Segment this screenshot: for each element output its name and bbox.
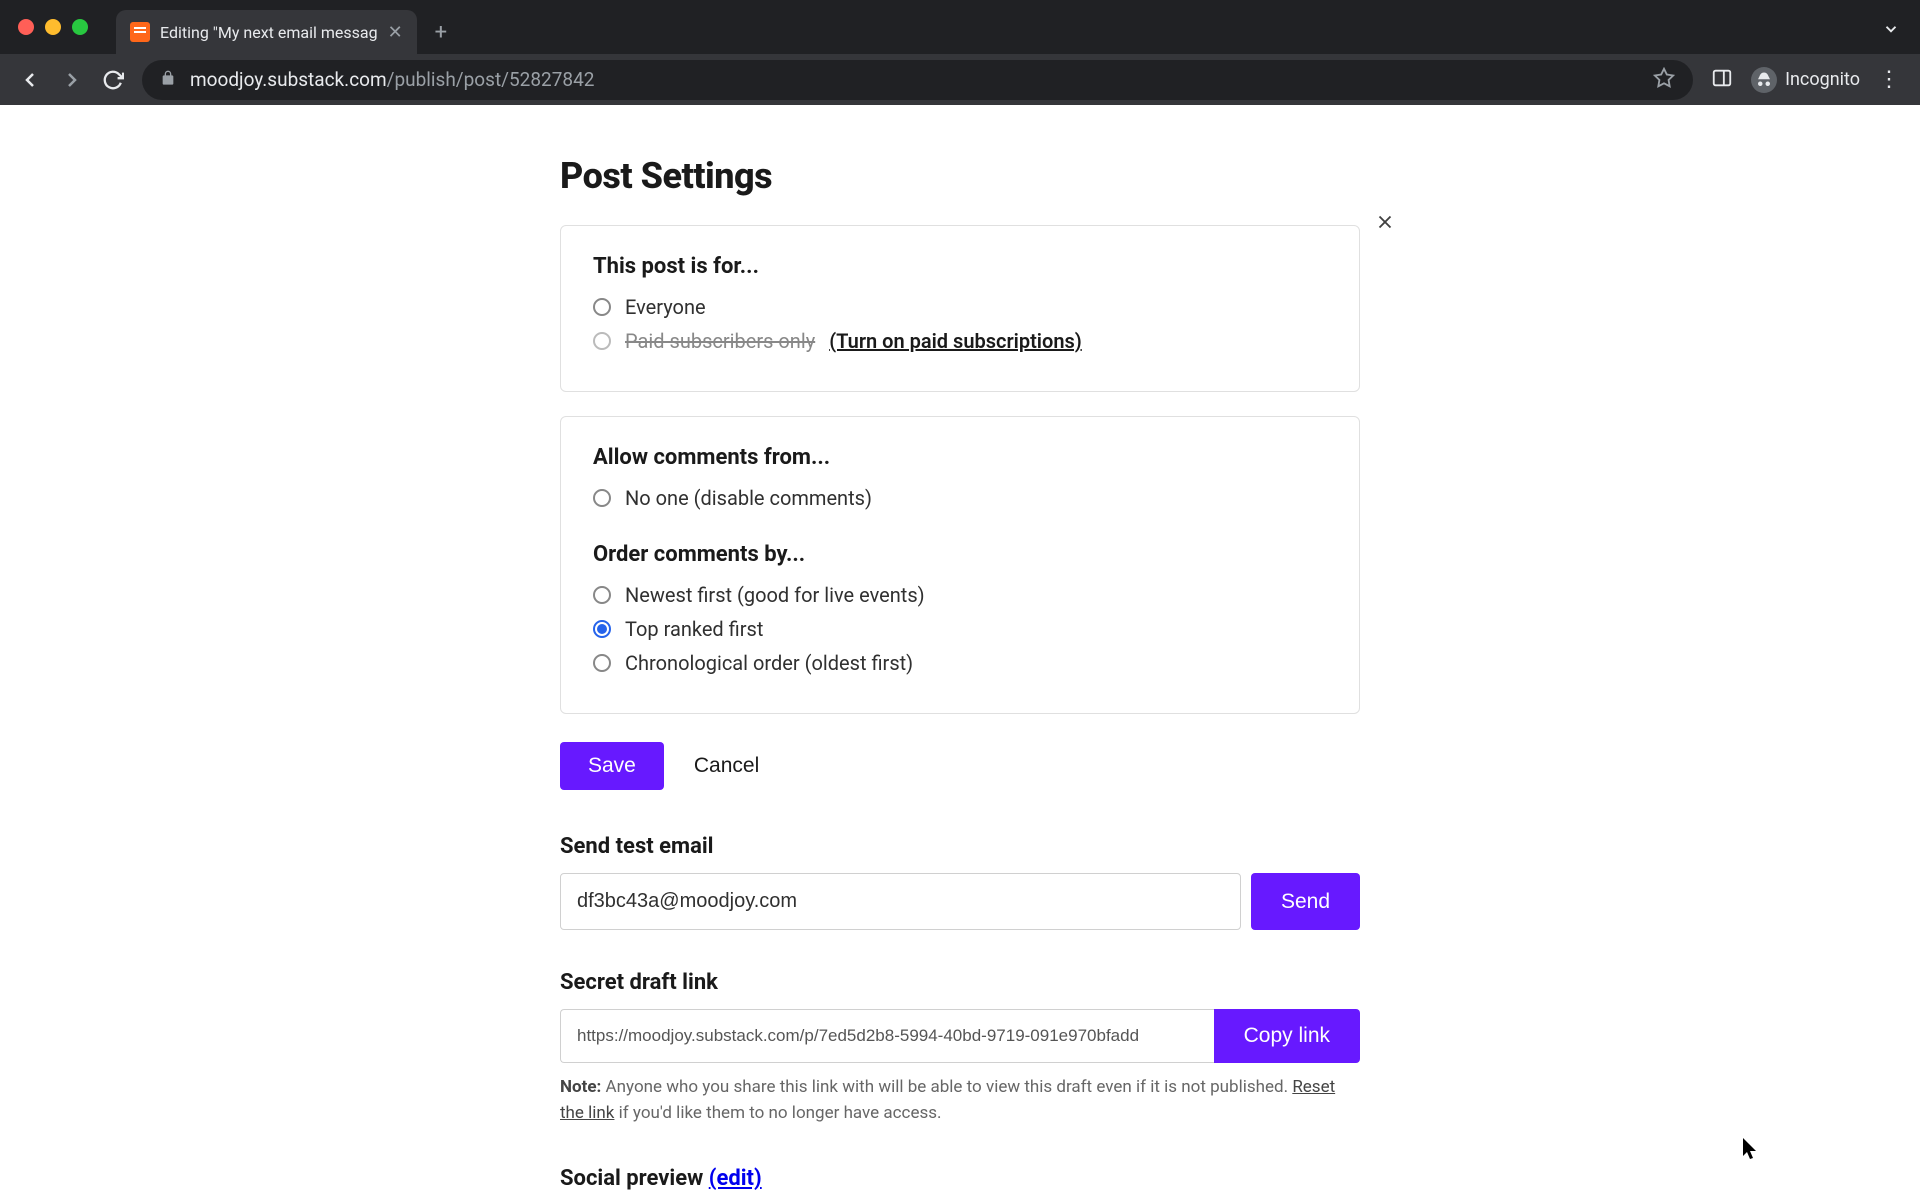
audience-card: This post is for... Everyone Paid subscr… bbox=[560, 225, 1360, 392]
draft-link-label: Secret draft link bbox=[560, 970, 1360, 995]
tab-favicon-icon bbox=[130, 22, 150, 42]
close-window-button[interactable] bbox=[18, 19, 34, 35]
save-button[interactable]: Save bbox=[560, 742, 664, 790]
radio-label: Chronological order (oldest first) bbox=[625, 651, 913, 675]
bookmark-star-icon[interactable] bbox=[1653, 67, 1675, 93]
social-preview-label: Social preview (edit) bbox=[560, 1166, 1360, 1191]
maximize-window-button[interactable] bbox=[72, 19, 88, 35]
new-tab-button[interactable]: + bbox=[435, 20, 447, 45]
form-actions: Save Cancel bbox=[560, 742, 1360, 790]
allow-comments-heading: Allow comments from... bbox=[593, 445, 1327, 470]
radio-icon bbox=[593, 586, 611, 604]
draft-link-note: Note: Anyone who you share this link wit… bbox=[560, 1075, 1360, 1126]
radio-label: Newest first (good for live events) bbox=[625, 583, 925, 607]
lock-icon bbox=[160, 70, 176, 90]
incognito-icon bbox=[1751, 67, 1777, 93]
draft-link-input[interactable] bbox=[560, 1009, 1214, 1063]
cancel-button[interactable]: Cancel bbox=[684, 742, 769, 790]
audience-heading: This post is for... bbox=[593, 254, 1327, 279]
turn-on-paid-link[interactable]: (Turn on paid subscriptions) bbox=[829, 329, 1082, 353]
comments-none-option[interactable]: No one (disable comments) bbox=[593, 486, 1327, 510]
order-chrono-option[interactable]: Chronological order (oldest first) bbox=[593, 651, 1327, 675]
incognito-label: Incognito bbox=[1785, 69, 1860, 90]
audience-paid-option: Paid subscribers only (Turn on paid subsc… bbox=[593, 329, 1327, 353]
browser-menu-button[interactable]: ⋮ bbox=[1878, 67, 1902, 92]
titlebar: Editing "My next email messag ✕ + bbox=[0, 0, 1920, 54]
back-button[interactable] bbox=[18, 68, 42, 92]
draft-link-row: Copy link bbox=[560, 1009, 1360, 1063]
browser-chrome: Editing "My next email messag ✕ + moodjo… bbox=[0, 0, 1920, 105]
chevron-down-icon[interactable] bbox=[1882, 20, 1900, 42]
incognito-indicator[interactable]: Incognito bbox=[1751, 67, 1860, 93]
cursor-icon bbox=[1742, 1138, 1760, 1162]
radio-icon bbox=[593, 654, 611, 672]
order-comments-heading: Order comments by... bbox=[593, 542, 1327, 567]
close-settings-button[interactable] bbox=[1367, 204, 1403, 240]
copy-link-button[interactable]: Copy link bbox=[1214, 1009, 1360, 1063]
panel-icon[interactable] bbox=[1711, 67, 1733, 93]
test-email-input[interactable] bbox=[560, 873, 1241, 930]
tab-close-icon[interactable]: ✕ bbox=[388, 22, 403, 43]
window-controls bbox=[18, 19, 88, 35]
page-content: Post Settings This post is for... Everyo… bbox=[0, 105, 1920, 1191]
forward-button[interactable] bbox=[60, 68, 84, 92]
address-bar[interactable]: moodjoy.substack.com/publish/post/528278… bbox=[142, 60, 1693, 100]
radio-label: No one (disable comments) bbox=[625, 486, 872, 510]
send-test-email-button[interactable]: Send bbox=[1251, 873, 1360, 930]
reload-button[interactable] bbox=[102, 69, 124, 91]
radio-icon bbox=[593, 489, 611, 507]
radio-label: Paid subscribers only bbox=[625, 329, 815, 353]
page-title: Post Settings bbox=[560, 155, 1360, 197]
browser-tab[interactable]: Editing "My next email messag ✕ bbox=[116, 10, 417, 54]
test-email-label: Send test email bbox=[560, 834, 1360, 859]
test-email-row: Send bbox=[560, 873, 1360, 930]
radio-icon bbox=[593, 332, 611, 350]
order-top-option[interactable]: Top ranked first bbox=[593, 617, 1327, 641]
order-newest-option[interactable]: Newest first (good for live events) bbox=[593, 583, 1327, 607]
radio-icon bbox=[593, 620, 611, 638]
radio-icon bbox=[593, 298, 611, 316]
url-text: moodjoy.substack.com/publish/post/528278… bbox=[190, 68, 1639, 91]
tab-title: Editing "My next email messag bbox=[160, 23, 378, 42]
social-preview-edit-link[interactable]: (edit) bbox=[709, 1166, 762, 1191]
minimize-window-button[interactable] bbox=[45, 19, 61, 35]
browser-toolbar: moodjoy.substack.com/publish/post/528278… bbox=[0, 54, 1920, 105]
comments-card: Allow comments from... No one (disable c… bbox=[560, 416, 1360, 714]
radio-label: Top ranked first bbox=[625, 617, 763, 641]
audience-everyone-option[interactable]: Everyone bbox=[593, 295, 1327, 319]
radio-label: Everyone bbox=[625, 295, 706, 319]
